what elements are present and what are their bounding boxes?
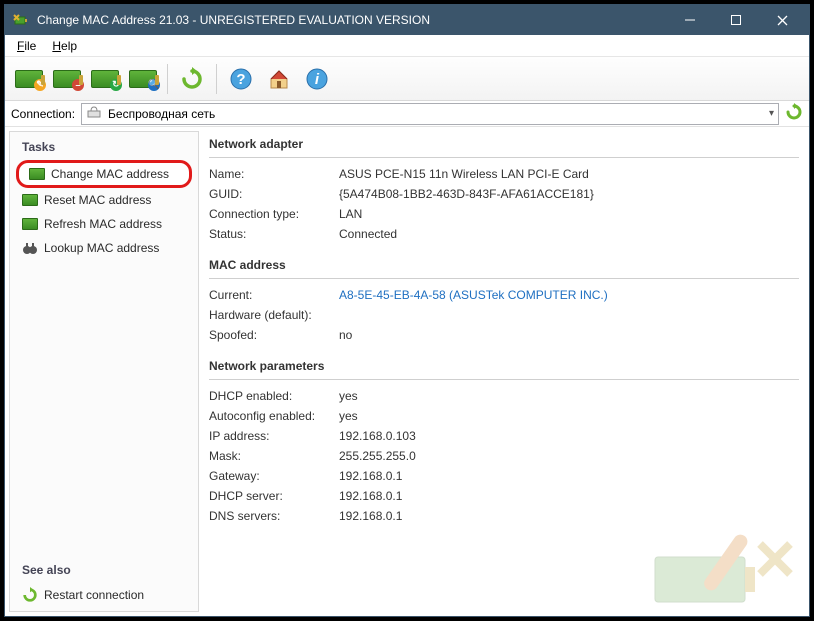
row-conntype: Connection type:LAN bbox=[209, 204, 799, 224]
menu-help[interactable]: Help bbox=[44, 37, 85, 55]
connection-icon bbox=[86, 105, 102, 122]
connection-label: Connection: bbox=[11, 107, 75, 121]
sidebar: Tasks Change MAC address Reset MAC addre… bbox=[9, 131, 199, 612]
section-mac: MAC address bbox=[209, 254, 799, 276]
task-label: Lookup MAC address bbox=[44, 241, 159, 255]
row-name: Name:ASUS PCE-N15 11n Wireless LAN PCI-E… bbox=[209, 164, 799, 184]
app-icon bbox=[13, 12, 29, 28]
svg-text:?: ? bbox=[236, 71, 245, 88]
task-label: Reset MAC address bbox=[44, 193, 151, 207]
tb-change-mac[interactable]: ✎ bbox=[11, 61, 47, 97]
connection-bar: Connection: Беспроводная сеть ▾ bbox=[5, 101, 809, 127]
row-dhcpserver: DHCP server:192.168.0.1 bbox=[209, 486, 799, 506]
row-dns: DNS servers:192.168.0.1 bbox=[209, 506, 799, 526]
row-dhcp: DHCP enabled:yes bbox=[209, 386, 799, 406]
tasks-heading: Tasks bbox=[16, 136, 192, 160]
task-refresh-mac[interactable]: Refresh MAC address bbox=[16, 212, 192, 236]
tb-refresh-mac[interactable]: ↻ bbox=[87, 61, 123, 97]
connection-refresh[interactable] bbox=[785, 103, 803, 124]
tb-help[interactable]: ? bbox=[223, 61, 259, 97]
task-restart-connection[interactable]: Restart connection bbox=[16, 583, 192, 607]
row-guid: GUID:{5A474B08-1BB2-463D-843F-AFA61ACCE1… bbox=[209, 184, 799, 204]
restart-icon bbox=[22, 587, 38, 603]
binoculars-icon bbox=[22, 240, 38, 256]
section-adapter: Network adapter bbox=[209, 133, 799, 155]
tb-lookup-mac[interactable]: 🔍 bbox=[125, 61, 161, 97]
row-ip: IP address:192.168.0.103 bbox=[209, 426, 799, 446]
task-label: Refresh MAC address bbox=[44, 217, 162, 231]
nic-reset-icon bbox=[22, 192, 38, 208]
titlebar: Change MAC Address 21.03 - UNREGISTERED … bbox=[5, 5, 809, 35]
task-label: Restart connection bbox=[44, 588, 144, 602]
maximize-button[interactable] bbox=[713, 5, 759, 35]
mac-current-link[interactable]: A8-5E-45-EB-4A-58 (ASUSTek COMPUTER INC.… bbox=[339, 288, 608, 302]
task-change-mac[interactable]: Change MAC address bbox=[16, 160, 192, 188]
row-current: Current:A8-5E-45-EB-4A-58 (ASUSTek COMPU… bbox=[209, 285, 799, 305]
toolbar: ✎ – ↻ 🔍 ? i bbox=[5, 57, 809, 101]
tb-home[interactable] bbox=[261, 61, 297, 97]
tb-refresh[interactable] bbox=[174, 61, 210, 97]
row-spoofed: Spoofed:no bbox=[209, 325, 799, 345]
task-lookup-mac[interactable]: Lookup MAC address bbox=[16, 236, 192, 260]
seealso-heading: See also bbox=[16, 559, 192, 583]
minimize-button[interactable] bbox=[667, 5, 713, 35]
nic-refresh-icon bbox=[22, 216, 38, 232]
menu-file[interactable]: File bbox=[9, 37, 44, 55]
watermark-icon bbox=[645, 532, 805, 612]
row-gateway: Gateway:192.168.0.1 bbox=[209, 466, 799, 486]
tb-about[interactable]: i bbox=[299, 61, 335, 97]
window-title: Change MAC Address 21.03 - UNREGISTERED … bbox=[37, 13, 667, 27]
nic-edit-icon bbox=[29, 166, 45, 182]
connection-value: Беспроводная сеть bbox=[108, 107, 215, 121]
task-reset-mac[interactable]: Reset MAC address bbox=[16, 188, 192, 212]
app-window: Change MAC Address 21.03 - UNREGISTERED … bbox=[4, 4, 810, 617]
section-params: Network parameters bbox=[209, 355, 799, 377]
tb-separator bbox=[216, 64, 217, 94]
close-button[interactable] bbox=[759, 5, 805, 35]
tb-reset-mac[interactable]: – bbox=[49, 61, 85, 97]
connection-dropdown[interactable]: Беспроводная сеть ▾ bbox=[81, 103, 779, 125]
tb-separator bbox=[167, 64, 168, 94]
row-status: Status:Connected bbox=[209, 224, 799, 244]
row-autoconfig: Autoconfig enabled:yes bbox=[209, 406, 799, 426]
chevron-down-icon: ▾ bbox=[769, 108, 774, 119]
menubar: File Help bbox=[5, 35, 809, 57]
task-label: Change MAC address bbox=[51, 167, 169, 181]
row-mask: Mask:255.255.255.0 bbox=[209, 446, 799, 466]
content-panel: Network adapter Name:ASUS PCE-N15 11n Wi… bbox=[203, 127, 809, 616]
row-hardware: Hardware (default): bbox=[209, 305, 799, 325]
